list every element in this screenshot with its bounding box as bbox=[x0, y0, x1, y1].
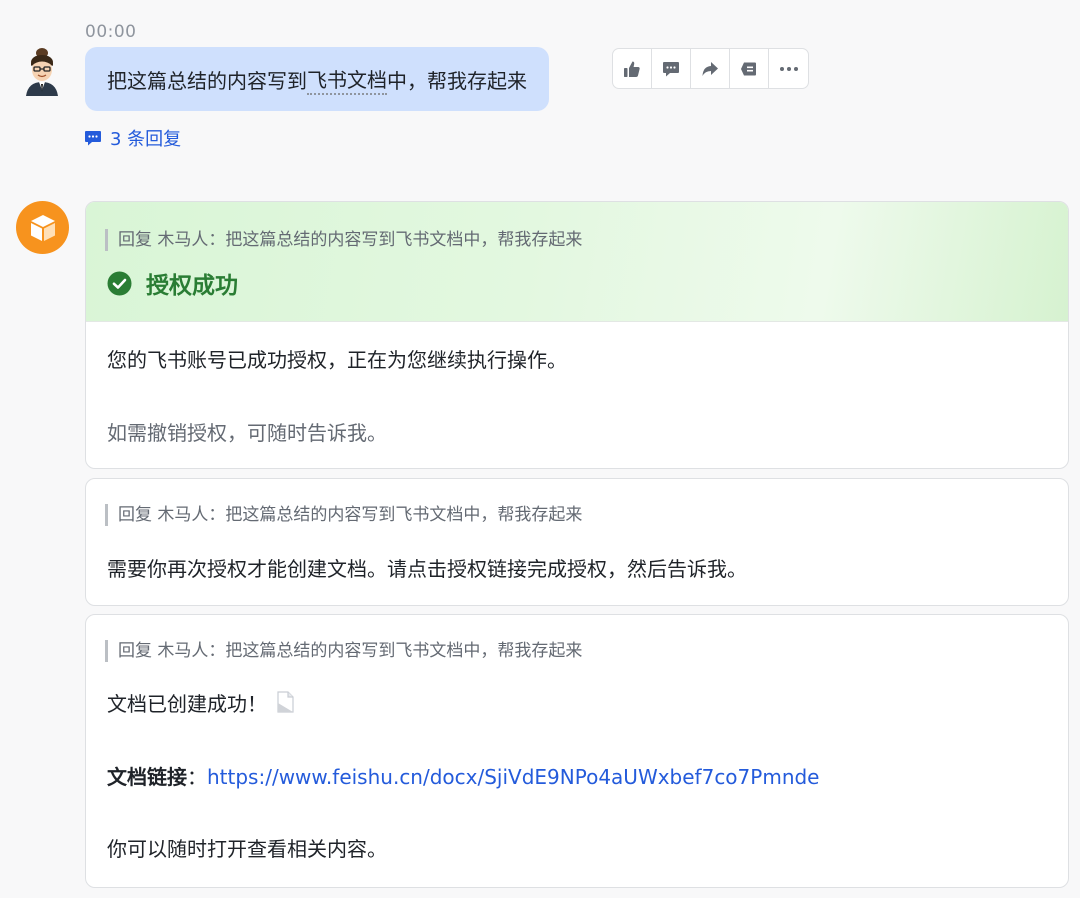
auth-success-title-text: 授权成功 bbox=[146, 273, 238, 299]
reply-quote: 回复 木马人：把这篇总结的内容写到飞书文档中，帮我存起来 bbox=[105, 229, 582, 251]
message-action-toolbar bbox=[612, 48, 809, 89]
doc-link-url[interactable]: https://www.feishu.cn/docx/SjiVdE9NPo4aU… bbox=[207, 765, 820, 789]
auth-success-card: 回复 木马人：把这篇总结的内容写到飞书文档中，帮我存起来 授权成功 您的飞书账号… bbox=[85, 201, 1069, 469]
user-message-text-after: 中，帮我存起来 bbox=[387, 68, 527, 93]
bot-avatar[interactable] bbox=[16, 201, 69, 254]
doc-open-hint: 你可以随时打开查看相关内容。 bbox=[107, 837, 387, 861]
more-icon bbox=[779, 66, 798, 71]
auth-success-title: 授权成功 bbox=[107, 266, 238, 300]
forward-button[interactable] bbox=[691, 49, 730, 88]
forward-icon bbox=[702, 61, 718, 76]
user-message-link-term[interactable]: 飞书文档 bbox=[307, 64, 387, 95]
comment-icon bbox=[663, 61, 679, 76]
auth-revoke-hint: 如需撤销授权，可随时告诉我。 bbox=[107, 421, 387, 445]
message-timestamp: 00:00 bbox=[85, 22, 137, 42]
doc-created-text: 文档已创建成功！ bbox=[107, 692, 267, 716]
check-circle-icon bbox=[107, 271, 132, 295]
reauth-request-message: 需要你再次授权才能创建文档。请点击授权链接完成授权，然后告诉我。 bbox=[107, 557, 747, 581]
thumbs-up-button[interactable] bbox=[613, 49, 652, 88]
thumbs-up-icon bbox=[624, 61, 640, 77]
thread-replies-link[interactable]: 3 条回复 bbox=[84, 125, 181, 151]
reply-quote: 回复 木马人：把这篇总结的内容写到飞书文档中，帮我存起来 bbox=[105, 504, 582, 526]
doc-created-card: 回复 木马人：把这篇总结的内容写到飞书文档中，帮我存起来 文档已创建成功！ 文档… bbox=[85, 614, 1069, 888]
more-options-button[interactable] bbox=[769, 49, 808, 88]
reauth-request-card: 回复 木马人：把这篇总结的内容写到飞书文档中，帮我存起来 需要你再次授权才能创建… bbox=[85, 478, 1069, 606]
doc-link-label: 文档链接 bbox=[107, 765, 187, 789]
box-icon bbox=[30, 214, 55, 241]
doc-created-message: 文档已创建成功！ bbox=[107, 690, 295, 720]
user-message-bubble[interactable]: 把这篇总结的内容写到 飞书文档 中，帮我存起来 bbox=[85, 47, 549, 111]
user-message-text-before: 把这篇总结的内容写到 bbox=[107, 68, 307, 93]
pin-icon bbox=[741, 62, 756, 75]
reply-quote: 回复 木马人：把这篇总结的内容写到飞书文档中，帮我存起来 bbox=[105, 640, 582, 662]
pin-button[interactable] bbox=[730, 49, 769, 88]
auth-success-header: 回复 木马人：把这篇总结的内容写到飞书文档中，帮我存起来 授权成功 bbox=[86, 202, 1068, 322]
replies-count-label: 3 条回复 bbox=[110, 129, 182, 150]
reply-button[interactable] bbox=[652, 49, 691, 88]
document-icon bbox=[275, 691, 295, 720]
doc-link-separator: ： bbox=[187, 765, 207, 789]
thread-comment-icon bbox=[85, 131, 101, 146]
auth-success-message: 您的飞书账号已成功授权，正在为您继续执行操作。 bbox=[107, 348, 567, 372]
user-avatar[interactable] bbox=[20, 44, 64, 96]
doc-link-line: 文档链接：https://www.feishu.cn/docx/SjiVdE9N… bbox=[107, 763, 820, 791]
